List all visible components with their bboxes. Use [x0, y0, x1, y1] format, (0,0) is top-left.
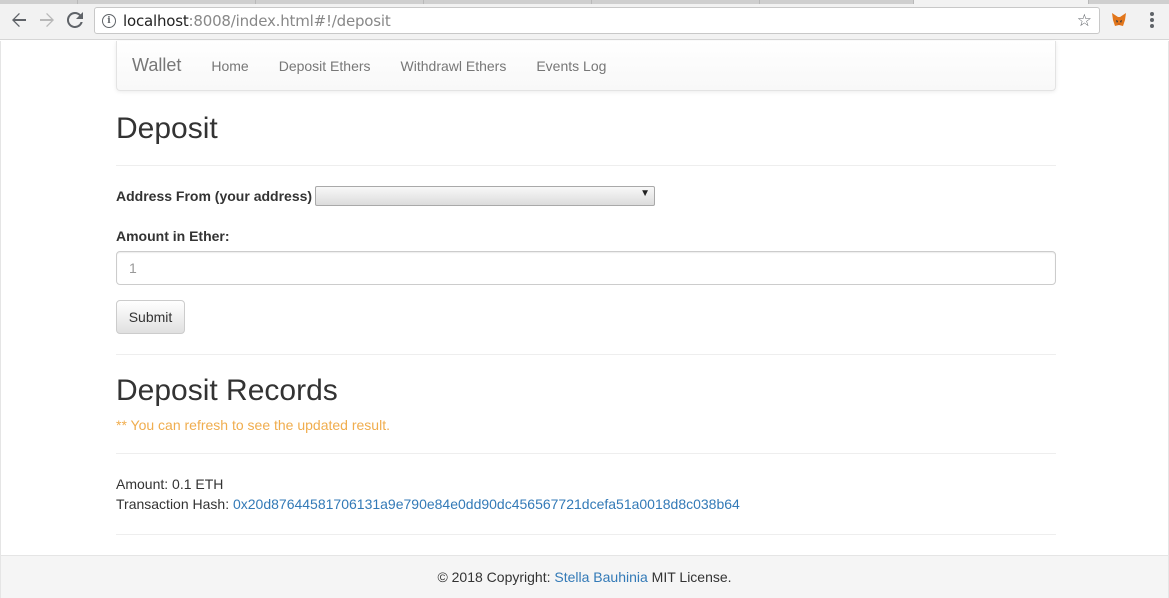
browser-tab[interactable]: [592, 0, 760, 4]
forward-button[interactable]: [36, 9, 58, 31]
url-text[interactable]: localhost:8008/index.html#!/deposit: [123, 12, 391, 30]
divider: [116, 354, 1056, 355]
navbar-brand[interactable]: Wallet: [132, 55, 181, 76]
kebab-menu-icon[interactable]: [1150, 12, 1154, 28]
record-amount: Amount: 0.1 ETH: [116, 476, 224, 492]
browser-tab[interactable]: [256, 0, 424, 4]
dropdown-arrow-icon: ▼: [640, 188, 650, 199]
amount-input[interactable]: [116, 251, 1056, 285]
address-from-select[interactable]: ▼: [315, 186, 655, 206]
divider: [116, 453, 1056, 454]
refresh-note: ** You can refresh to see the updated re…: [116, 417, 390, 433]
browser-tab[interactable]: [0, 0, 78, 4]
page-title: Deposit: [116, 112, 218, 145]
tab-strip: [0, 0, 1169, 4]
footer-author-link[interactable]: Stella Bauhinia: [554, 569, 647, 585]
browser-tab[interactable]: [424, 0, 592, 4]
browser-tab[interactable]: [78, 0, 256, 4]
arrow-right-icon: [40, 13, 54, 27]
reload-icon: [67, 12, 83, 28]
tx-hash-label: Transaction Hash:: [116, 496, 230, 512]
reload-button[interactable]: [64, 9, 86, 31]
star-icon[interactable]: ☆: [1077, 11, 1092, 31]
submit-button[interactable]: Submit: [116, 300, 185, 334]
divider: [116, 534, 1056, 535]
nav-link-withdraw[interactable]: Withdrawl Ethers: [386, 58, 522, 74]
back-button[interactable]: [8, 9, 30, 31]
nav-link-home[interactable]: Home: [196, 58, 263, 74]
record-tx: Transaction Hash: 0x20d87644581706131a9e…: [116, 496, 740, 512]
page-content: Wallet Home Deposit Ethers Withdrawl Eth…: [0, 41, 1169, 598]
nav-link-events-log[interactable]: Events Log: [521, 58, 621, 74]
divider: [116, 165, 1056, 166]
browser-tab[interactable]: [760, 0, 914, 4]
info-icon[interactable]: i: [102, 13, 116, 28]
nav-link-deposit[interactable]: Deposit Ethers: [264, 58, 386, 74]
arrow-left-icon: [12, 13, 26, 27]
address-bar[interactable]: i localhost:8008/index.html#!/deposit ☆: [94, 7, 1100, 34]
navbar: Wallet Home Deposit Ethers Withdrawl Eth…: [116, 41, 1056, 91]
address-from-label: Address From (your address): [116, 188, 313, 204]
tx-hash-link[interactable]: 0x20d87644581706131a9e790e84e0dd90dc4565…: [233, 496, 740, 512]
footer-copyright: © 2018 Copyright:: [437, 569, 551, 585]
footer-license: MIT License.: [651, 569, 732, 585]
footer: © 2018 Copyright: Stella Bauhinia MIT Li…: [1, 555, 1168, 598]
browser-tab-active[interactable]: [914, 0, 1089, 4]
metamask-fox-icon[interactable]: [1110, 11, 1128, 29]
records-title: Deposit Records: [116, 374, 338, 407]
browser-toolbar: i localhost:8008/index.html#!/deposit ☆: [0, 0, 1169, 40]
amount-label: Amount in Ether:: [116, 228, 230, 244]
